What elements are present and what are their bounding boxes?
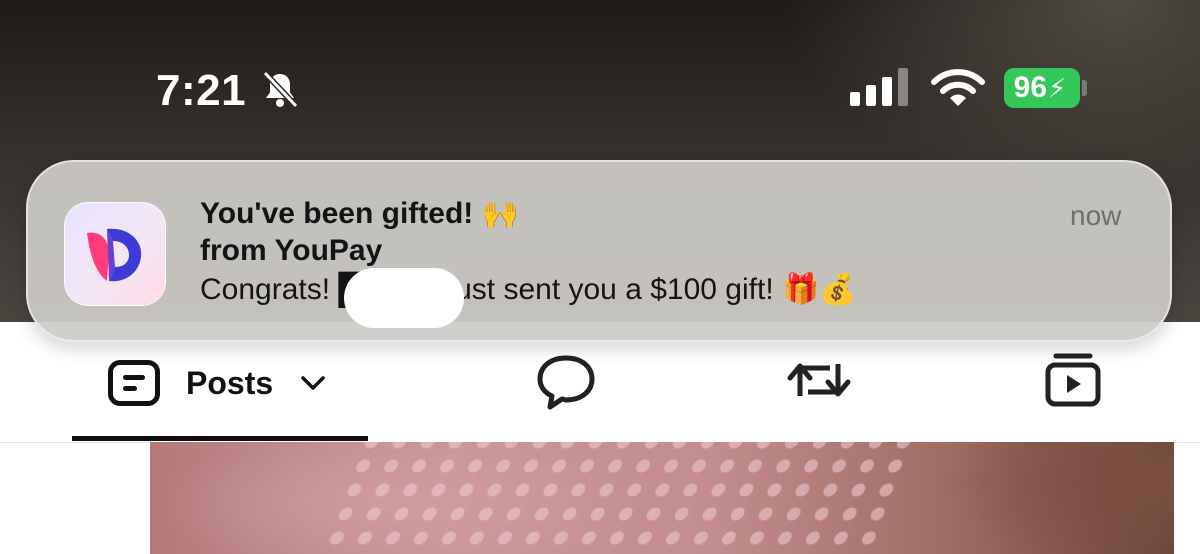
tab-posts-label: Posts (186, 364, 274, 401)
push-notification[interactable]: You've been gifted! 🙌 from YouPay Congra… (26, 160, 1172, 342)
status-time: 7:21 (156, 66, 247, 115)
battery-indicator: 96 ⚡ (1004, 68, 1080, 108)
wifi-icon (931, 69, 985, 106)
chevron-down-icon[interactable] (299, 373, 327, 393)
youpay-app-icon (64, 202, 166, 306)
posts-icon (108, 360, 160, 406)
redaction-mark (344, 268, 464, 328)
lace-pattern (314, 442, 926, 554)
post-photo[interactable] (150, 442, 1174, 554)
active-tab-indicator (72, 436, 368, 441)
cellular-signal-icon (850, 68, 908, 106)
battery-level: 96 (1013, 71, 1048, 104)
notification-source: from YouPay (200, 234, 383, 267)
battery-tip (1082, 80, 1087, 96)
media-icon[interactable] (1044, 352, 1102, 408)
tab-posts[interactable]: Posts (108, 358, 327, 408)
charging-bolt-icon: ⚡ (1048, 72, 1067, 103)
notification-time: now (1070, 200, 1122, 231)
notification-title: You've been gifted! 🙌 (200, 197, 519, 230)
notification-body: Congrats! ████h just sent you a $100 gif… (200, 273, 857, 306)
chat-bubble-icon[interactable] (534, 352, 598, 412)
bell-slash-icon (262, 70, 299, 109)
repost-icon[interactable] (784, 352, 854, 408)
